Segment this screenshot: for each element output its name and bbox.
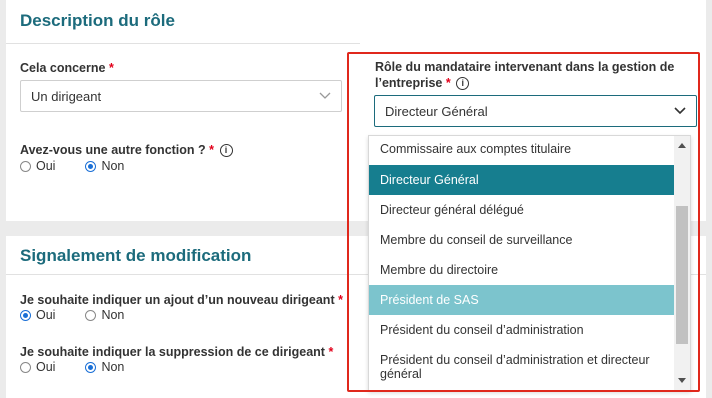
option-label: Commissaire aux comptes titulaire	[380, 142, 572, 156]
ajout-label: Je souhaite indiquer un ajout d’un nouve…	[20, 292, 343, 308]
required-marker: *	[108, 61, 114, 75]
radio-label: Non	[101, 308, 125, 322]
radio-label: Oui	[36, 360, 56, 374]
role-mandataire-value: Directeur Général	[385, 104, 488, 119]
dropdown-option[interactable]: Membre du conseil de surveillance	[369, 225, 674, 255]
radio-label: Non	[101, 360, 125, 374]
radio-label: Oui	[36, 308, 56, 322]
scroll-down-arrow-icon[interactable]	[678, 378, 686, 383]
radio-dot[interactable]	[20, 160, 31, 172]
section-title: Description du rôle	[20, 11, 175, 30]
radio-dot-selected[interactable]	[20, 309, 31, 321]
scroll-up-arrow-icon[interactable]	[678, 143, 686, 148]
radio-dot-selected[interactable]	[85, 361, 97, 373]
option-label: Membre du directoire	[380, 263, 499, 277]
role-mandataire-label-line2: l’entreprise	[375, 76, 443, 90]
dropdown-option[interactable]: Président du conseil d’administration et…	[369, 345, 674, 389]
role-mandataire-label: Rôle du mandataire intervenant dans la g…	[375, 59, 705, 91]
option-label: Membre du conseil de surveillance	[380, 233, 573, 247]
radio-oui[interactable]: Oui	[20, 159, 55, 173]
radio-oui[interactable]: Oui	[20, 360, 55, 374]
suppression-label: Je souhaite indiquer la suppression de c…	[20, 344, 333, 360]
radio-non[interactable]: Non	[85, 308, 124, 322]
radio-non[interactable]: Non	[85, 360, 124, 374]
option-label: Président de SAS	[380, 293, 479, 307]
suppression-label-text: Je souhaite indiquer la suppression de c…	[20, 345, 325, 359]
cela-concerne-label-text: Cela concerne	[20, 61, 106, 75]
suppression-radio-group: Oui Non	[20, 360, 154, 374]
dropdown-option[interactable]: Membre du directoire	[369, 255, 674, 285]
option-label: Président du conseil d’administration	[380, 323, 584, 337]
dropdown-option-selected[interactable]: Directeur Général	[369, 165, 674, 195]
cela-concerne-value: Un dirigeant	[31, 89, 102, 104]
dropdown-option[interactable]: Directeur général délégué	[369, 195, 674, 225]
radio-dot[interactable]	[20, 361, 31, 373]
info-icon[interactable]: i	[456, 77, 470, 90]
role-mandataire-label-line1: Rôle du mandataire intervenant dans la g…	[375, 60, 675, 74]
dropdown-option[interactable]: Commissaire aux comptes titulaire	[369, 136, 674, 162]
option-label: Président du conseil d’administration et…	[380, 353, 650, 381]
radio-non[interactable]: Non	[85, 159, 124, 173]
role-mandataire-select[interactable]: Directeur Général	[374, 95, 697, 127]
radio-dot[interactable]	[85, 309, 97, 321]
radio-oui[interactable]: Oui	[20, 308, 55, 322]
required-marker: *	[445, 76, 451, 90]
info-icon[interactable]: i	[219, 144, 233, 157]
dropdown-scrollbar[interactable]	[674, 136, 690, 390]
required-marker: *	[328, 345, 334, 359]
radio-dot-selected[interactable]	[85, 160, 97, 172]
dropdown-option-hovered[interactable]: Président de SAS	[369, 285, 674, 315]
option-label: Directeur Général	[380, 173, 479, 187]
cela-concerne-select[interactable]: Un dirigeant	[20, 80, 342, 112]
radio-label: Non	[101, 159, 125, 173]
role-dropdown-list[interactable]: Commissaire aux comptes titulaire Direct…	[368, 135, 691, 391]
radio-label: Oui	[36, 159, 56, 173]
scroll-thumb[interactable]	[676, 206, 688, 344]
required-marker: *	[338, 293, 343, 307]
option-label: Directeur général délégué	[380, 203, 524, 217]
dropdown-option[interactable]: Président du conseil d’administration	[369, 315, 674, 345]
cela-concerne-label: Cela concerne *	[20, 60, 114, 76]
autre-fonction-label-text: Avez-vous une autre fonction ?	[20, 143, 206, 157]
section-title: Signalement de modification	[20, 246, 252, 265]
ajout-label-text: Je souhaite indiquer un ajout d’un nouve…	[20, 293, 335, 307]
chevron-down-icon	[319, 92, 331, 99]
autre-fonction-radio-group: Oui Non	[20, 159, 154, 173]
required-marker: *	[209, 143, 215, 157]
chevron-down-icon	[674, 107, 686, 115]
ajout-radio-group: Oui Non	[20, 308, 154, 322]
autre-fonction-label: Avez-vous une autre fonction ? * i	[20, 142, 233, 158]
